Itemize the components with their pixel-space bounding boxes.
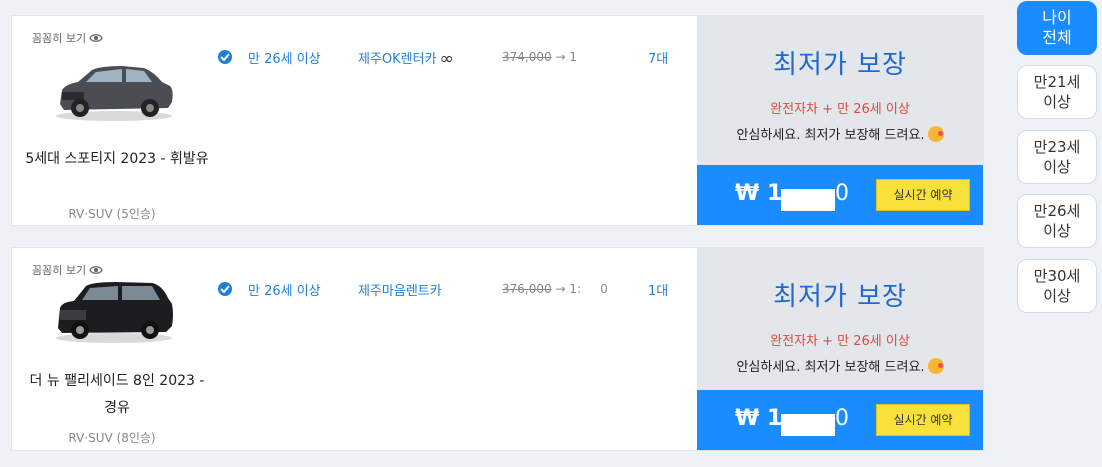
total-price: ₩ 1 [735,406,783,431]
company-name: 제주OK렌터카 [358,52,437,67]
guarantee-message-text: 안심하세요. 최저가 보장해 드려요. [736,360,925,375]
price-info: 376,000 → 1: 0 [502,282,608,296]
total-price-suffix: 0 [835,406,849,431]
age-filter-21[interactable]: 만21세 이상 [1017,65,1097,119]
guarantee-title: 최저가 보장 [773,50,907,80]
kiss-emoji-icon [927,358,944,374]
won-icon: ₩ [735,181,760,206]
original-price: 376,000 [502,282,552,296]
age-filter-26[interactable]: 만26세 이상 [1017,194,1097,248]
car-image[interactable] [52,54,176,124]
arrow-icon: → [555,50,566,64]
car-listing-card: 꼼꼼히 보기 5세대 스포티지 2023 - 휘발유 RV·SUV (5인승) … [11,15,984,226]
kiss-emoji-icon [927,126,944,142]
available-count: 7대 [648,52,669,67]
original-price: 374,000 [502,50,552,64]
infinity-icon: ∞ [439,49,454,69]
guarantee-condition: 완전자차 + 만 26세 이상 [770,102,910,117]
available-count: 1대 [648,284,669,299]
car-summary: 꼼꼼히 보기 더 뉴 팰리세이드 8인 2023 - 경유 RV·SUV (8인… [12,248,212,450]
price-mask [781,414,835,436]
total-price: ₩ 1 [735,181,783,206]
price-bar: ₩ 1 0 실시간 예약 [697,165,983,225]
car-name: 5세대 스포티지 2023 - 휘발유 [25,151,209,167]
age-filter-all[interactable]: 나이 전체 [1017,1,1097,55]
car-listing-card: 꼼꼼히 보기 더 뉴 팰리세이드 8인 2023 - 경유 RV·SUV (8인… [11,247,984,451]
rental-company[interactable]: 제주OK렌터카 ∞ [358,48,454,69]
car-name: 더 뉴 팰리세이드 8인 2023 - 경유 [29,373,205,416]
car-type: RV·SUV (5인승) [68,207,156,221]
car-image[interactable] [52,276,176,346]
arrow-icon: → [555,282,566,296]
car-type: RV·SUV (8인승) [68,431,156,445]
guarantee-message: 안심하세요. 최저가 보장해 드려요. [697,356,983,375]
check-circle-icon [218,282,232,296]
guarantee-title: 최저가 보장 [773,282,907,312]
price-bar: ₩ 1 0 실시간 예약 [697,390,983,450]
age-filter-30[interactable]: 만30세 이상 [1017,259,1097,313]
price-guarantee-panel: 최저가 보장 완전자차 + 만 26세 이상 안심하세요. 최저가 보장해 드려… [697,248,983,450]
rental-company[interactable]: 제주마음렌트카 [358,280,442,299]
guarantee-message: 안심하세요. 최저가 보장해 드려요. [697,124,983,143]
reserve-button[interactable]: 실시간 예약 [876,179,970,211]
discount-price: 1 [569,50,604,64]
check-circle-icon [218,50,232,64]
age-condition: 만 26세 이상 [248,284,321,299]
peek-link[interactable]: 꼼꼼히 보기 [32,30,103,46]
price-guarantee-panel: 최저가 보장 완전자차 + 만 26세 이상 안심하세요. 최저가 보장해 드려… [697,16,983,225]
peek-label: 꼼꼼히 보기 [32,32,87,45]
car-summary: 꼼꼼히 보기 5세대 스포티지 2023 - 휘발유 RV·SUV (5인승) [12,16,212,225]
won-icon: ₩ [735,406,760,431]
age-condition: 만 26세 이상 [248,52,321,67]
reserve-button[interactable]: 실시간 예약 [876,404,970,436]
company-name: 제주마음렌트카 [358,284,442,299]
discount-price: 1: 0 [569,282,608,296]
total-price-suffix: 0 [835,181,849,206]
eye-icon [89,266,103,274]
eye-icon [89,34,103,42]
guarantee-condition: 완전자차 + 만 26세 이상 [770,334,910,349]
guarantee-message-text: 안심하세요. 최저가 보장해 드려요. [736,128,925,143]
price-mask [781,189,835,211]
price-info: 374,000 → 1 [502,50,604,64]
age-filter-23[interactable]: 만23세 이상 [1017,130,1097,184]
